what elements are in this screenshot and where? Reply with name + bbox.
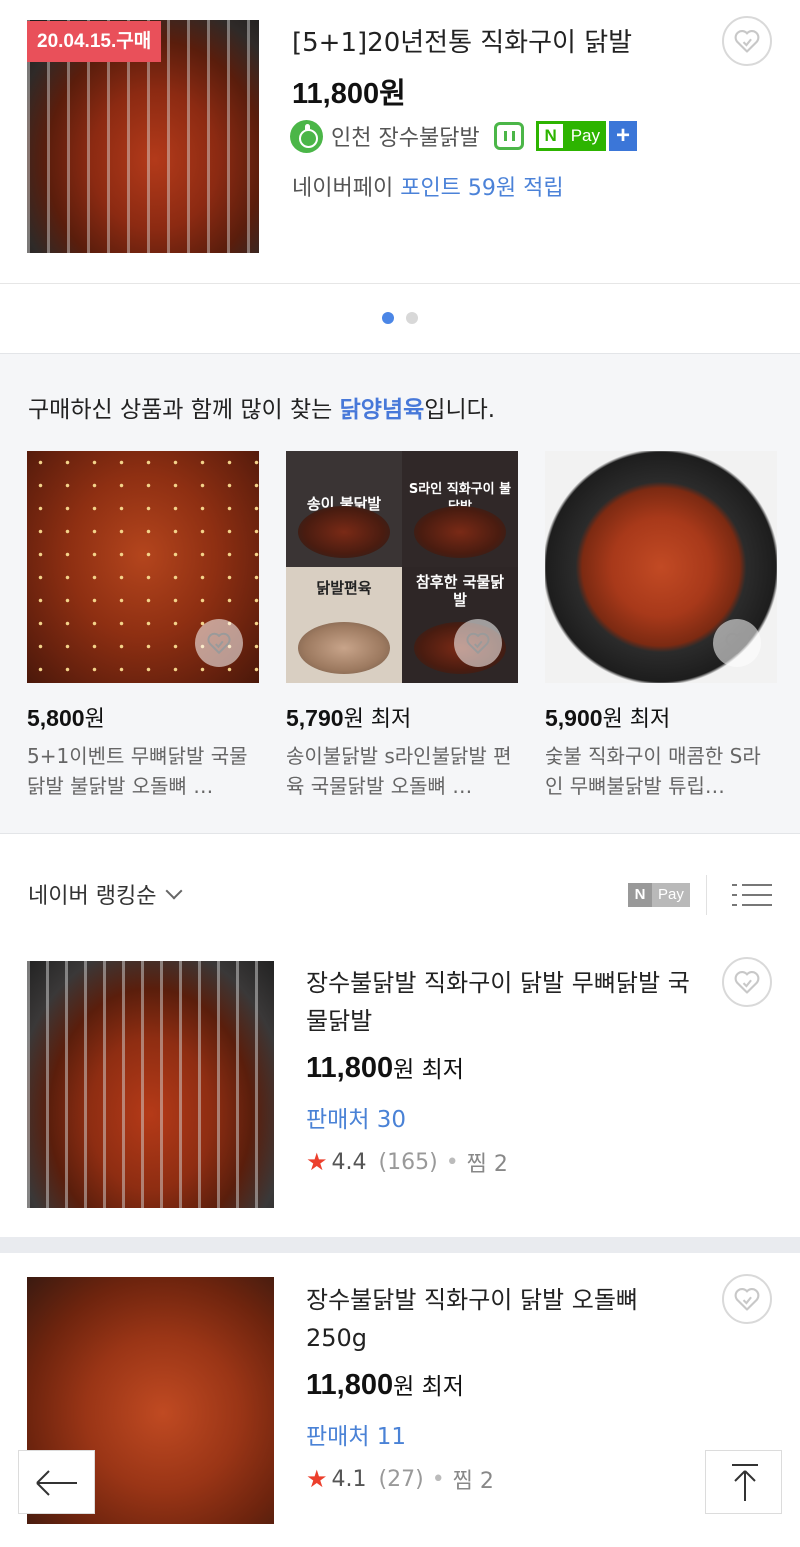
star-icon: ★ xyxy=(306,1148,328,1176)
related-product-name[interactable]: 5+1이벤트 무뼈닭발 국물닭발 불닭발 오돌뼈 … xyxy=(27,741,259,801)
back-button[interactable] xyxy=(18,1450,95,1514)
wishlist-heart-button[interactable] xyxy=(195,619,243,667)
wishlist-count: 찜 2 xyxy=(466,1152,508,1177)
point-info: 네이버페이 포인트 59원 적립 xyxy=(292,170,564,202)
title-prefix: 구매하신 상품과 함께 많이 찾는 xyxy=(28,397,340,423)
section-gap xyxy=(0,1237,800,1253)
npay-filter-button[interactable]: N Pay xyxy=(628,883,690,907)
sort-dropdown[interactable]: 네이버 랭킹순 xyxy=(28,878,183,910)
plus-icon: + xyxy=(608,121,637,151)
related-products-section: 구매하신 상품과 함께 많이 찾는 닭양념육입니다. 5,800원 5+1이벤트… xyxy=(0,353,800,834)
heart-icon xyxy=(466,632,490,654)
product-list-item[interactable]: 장수불닭발 직화구이 닭발 오돌뼈 250g 11,800원 최저 판매처 11… xyxy=(0,1253,800,1547)
wishlist-heart-button[interactable] xyxy=(722,957,772,1007)
purchased-item-title[interactable]: [5+1]20년전통 직화구이 닭발 xyxy=(292,22,632,59)
related-product-image[interactable]: 송이 불닭발 S라인 직화구이 불닭발 닭발편육 참후한 국물닭발 xyxy=(286,451,518,683)
separator: • xyxy=(445,1149,459,1175)
arrow-left-icon xyxy=(36,1470,77,1496)
carousel-indicator xyxy=(0,312,800,332)
apple-store-icon xyxy=(290,119,323,153)
store-name[interactable]: 인천 장수불닭발 xyxy=(331,120,480,152)
collage-panel: 닭발편육 xyxy=(286,567,402,683)
collage-panel: 송이 불닭발 xyxy=(286,451,402,567)
scroll-to-top-button[interactable] xyxy=(705,1450,782,1514)
related-product-price: 5,900원 최저 xyxy=(545,705,671,732)
carousel-dot-active[interactable] xyxy=(382,312,394,324)
npay-pay-label: Pay xyxy=(652,883,690,907)
product-rating: ★ 4.1 (27) • 찜 2 xyxy=(306,1463,494,1495)
npay-n-icon: N xyxy=(535,121,566,151)
related-product-image[interactable] xyxy=(27,451,259,683)
npay-n-icon: N xyxy=(628,883,652,907)
related-product-name[interactable]: 송이불닭발 s라인불닭발 편육 국물닭발 오돌뼈 … xyxy=(286,741,518,801)
arrow-up-icon xyxy=(732,1464,758,1501)
review-count[interactable]: (27) xyxy=(379,1467,424,1492)
collage-panel: 참후한 국물닭발 xyxy=(402,567,518,683)
collage-panel: S라인 직화구이 불닭발 xyxy=(402,451,518,567)
related-section-title: 구매하신 상품과 함께 많이 찾는 닭양념육입니다. xyxy=(28,390,495,424)
heart-icon xyxy=(207,632,231,654)
wishlist-heart-button[interactable] xyxy=(454,619,502,667)
wishlist-heart-button[interactable] xyxy=(713,619,761,667)
wishlist-count: 찜 2 xyxy=(452,1469,494,1494)
heart-icon xyxy=(734,30,760,53)
seller-count-link[interactable]: 판매처 30 xyxy=(306,1100,406,1134)
related-product-card[interactable]: 송이 불닭발 S라인 직화구이 불닭발 닭발편육 참후한 국물닭발 5,790원… xyxy=(286,451,518,801)
heart-icon xyxy=(734,1288,760,1311)
separator: • xyxy=(431,1466,445,1492)
product-image[interactable] xyxy=(27,961,274,1208)
wishlist-heart-button[interactable] xyxy=(722,16,772,66)
product-title[interactable]: 장수불닭발 직화구이 닭발 오돌뼈 250g xyxy=(306,1281,706,1357)
purchase-date-badge: 20.04.15.구매 xyxy=(27,21,162,62)
divider xyxy=(706,875,707,915)
npay-pay-label: Pay xyxy=(565,121,606,151)
npay-plus-badge: N Pay + xyxy=(535,121,637,151)
divider xyxy=(0,283,800,284)
seller-count-link[interactable]: 판매처 11 xyxy=(306,1417,406,1451)
point-prefix: 네이버페이 xyxy=(292,176,401,201)
point-amount: 포인트 59원 적립 xyxy=(400,176,564,201)
related-product-price: 5,800원 xyxy=(27,705,105,732)
chevron-down-icon xyxy=(165,882,183,900)
sort-label: 네이버 랭킹순 xyxy=(28,884,157,909)
star-icon: ★ xyxy=(306,1465,328,1493)
heart-icon xyxy=(734,971,760,994)
list-view-icon[interactable] xyxy=(732,880,772,910)
related-product-price: 5,790원 최저 xyxy=(286,705,412,732)
purchased-item-card[interactable]: 20.04.15.구매 [5+1]20년전통 직화구이 닭발 11,800원 인… xyxy=(0,0,800,284)
rating-value: 4.1 xyxy=(331,1466,367,1492)
product-title[interactable]: 장수불닭발 직화구이 닭발 무뼈닭발 국물닭발 xyxy=(306,964,706,1040)
purchased-item-price: 11,800원 xyxy=(292,78,406,110)
talk-icon[interactable] xyxy=(493,122,524,150)
product-list-item[interactable]: 장수불닭발 직화구이 닭발 무뼈닭발 국물닭발 11,800원 최저 판매처 3… xyxy=(0,940,800,1237)
wishlist-heart-button[interactable] xyxy=(722,1274,772,1324)
product-price: 11,800원 최저 xyxy=(306,1369,464,1401)
store-info: 인천 장수불닭발 N Pay + xyxy=(290,118,637,154)
carousel-dot[interactable] xyxy=(406,312,418,324)
title-keyword[interactable]: 닭양념육 xyxy=(340,397,425,423)
related-product-name[interactable]: 숯불 직화구이 매콤한 S라인 무뼈불닭발 튜립… xyxy=(545,741,777,801)
related-product-card[interactable]: 5,900원 최저 숯불 직화구이 매콤한 S라인 무뼈불닭발 튜립… xyxy=(545,451,777,801)
related-product-card[interactable]: 5,800원 5+1이벤트 무뼈닭발 국물닭발 불닭발 오돌뼈 … xyxy=(27,451,259,801)
title-suffix: 입니다. xyxy=(424,397,496,423)
product-price: 11,800원 최저 xyxy=(306,1052,464,1084)
related-product-image[interactable] xyxy=(545,451,777,683)
review-count[interactable]: (165) xyxy=(379,1150,438,1175)
heart-icon xyxy=(725,632,749,654)
product-rating: ★ 4.4 (165) • 찜 2 xyxy=(306,1146,508,1178)
rating-value: 4.4 xyxy=(331,1149,367,1175)
